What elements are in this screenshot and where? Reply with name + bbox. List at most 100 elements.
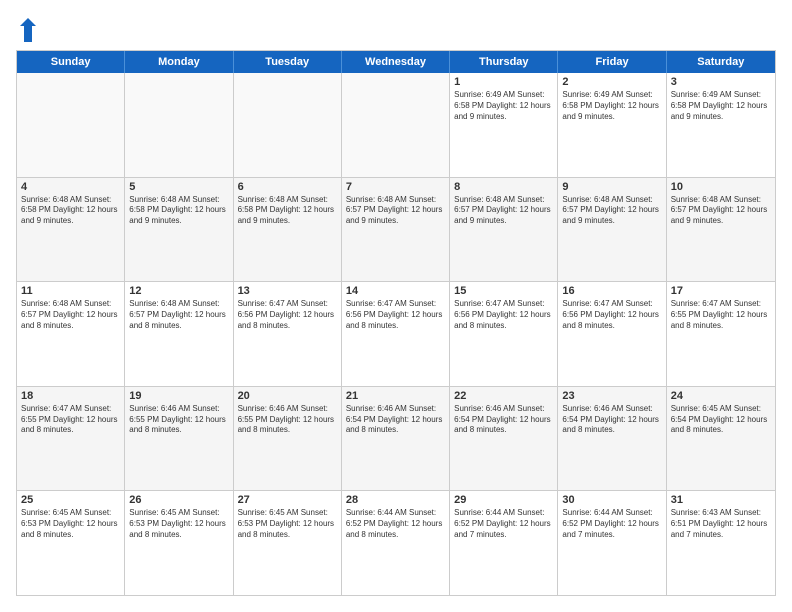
empty-cell <box>342 73 450 177</box>
day-number: 28 <box>346 494 445 506</box>
day-cell-3: 3 Sunrise: 6:49 AM Sunset: 6:58 PM Daylig… <box>667 73 775 177</box>
day-cell-28: 28Sunrise: 6:44 AM Sunset: 6:52 PM Dayli… <box>342 491 450 595</box>
day-number: 27 <box>238 494 337 506</box>
cell-info: Sunrise: 6:49 AM Sunset: 6:58 PM Dayligh… <box>671 90 771 122</box>
day-cell-15: 15 Sunrise: 6:47 AM Sunset: 6:56 PM Dayli… <box>450 282 558 386</box>
header-day-wednesday: Wednesday <box>342 51 450 73</box>
cell-info: Sunrise: 6:45 AM Sunset: 6:54 PM Dayligh… <box>671 404 771 436</box>
day-number: 24 <box>671 390 771 402</box>
day-cell-5: 5Sunrise: 6:48 AM Sunset: 6:58 PM Daylig… <box>125 178 233 282</box>
cell-info: Sunrise: 6:48 AM Sunset: 6:58 PM Dayligh… <box>21 195 120 227</box>
day-number: 4 <box>21 181 120 193</box>
day-cell-11: 11 Sunrise: 6:48 AM Sunset: 6:57 PM Dayli… <box>17 282 125 386</box>
day-cell-6: 6Sunrise: 6:48 AM Sunset: 6:58 PM Daylig… <box>234 178 342 282</box>
day-cell-29: 29 Sunrise: 6:44 AM Sunset: 6:52 PM Dayli… <box>450 491 558 595</box>
day-number: 19 <box>129 390 228 402</box>
cell-info: Sunrise: 6:48 AM Sunset: 6:57 PM Dayligh… <box>562 195 661 227</box>
cell-info: Sunrise: 6:46 AM Sunset: 6:55 PM Dayligh… <box>129 404 228 436</box>
calendar-header-row: SundayMondayTuesdayWednesdayThursdayFrid… <box>17 51 775 73</box>
cell-info: Sunrise: 6:47 AM Sunset: 6:56 PM Dayligh… <box>346 299 445 331</box>
calendar: SundayMondayTuesdayWednesdayThursdayFrid… <box>16 50 776 596</box>
cell-info: Sunrise: 6:48 AM Sunset: 6:57 PM Dayligh… <box>454 195 553 227</box>
day-number: 3 <box>671 76 771 88</box>
empty-cell <box>234 73 342 177</box>
day-number: 6 <box>238 181 337 193</box>
day-number: 15 <box>454 285 553 297</box>
day-number: 10 <box>671 181 771 193</box>
day-cell-23: 23 Sunrise: 6:46 AM Sunset: 6:54 PM Dayli… <box>558 387 666 491</box>
cell-info: Sunrise: 6:48 AM Sunset: 6:57 PM Dayligh… <box>346 195 445 227</box>
day-number: 29 <box>454 494 553 506</box>
day-number: 9 <box>562 181 661 193</box>
day-number: 13 <box>238 285 337 297</box>
cell-info: Sunrise: 6:48 AM Sunset: 6:58 PM Dayligh… <box>129 195 228 227</box>
cell-info: Sunrise: 6:47 AM Sunset: 6:55 PM Dayligh… <box>21 404 120 436</box>
header-day-thursday: Thursday <box>450 51 558 73</box>
header-day-tuesday: Tuesday <box>234 51 342 73</box>
day-cell-25: 25 Sunrise: 6:45 AM Sunset: 6:53 PM Dayli… <box>17 491 125 595</box>
day-number: 25 <box>21 494 120 506</box>
cell-info: Sunrise: 6:49 AM Sunset: 6:58 PM Dayligh… <box>454 90 553 122</box>
calendar-body: 1 Sunrise: 6:49 AM Sunset: 6:58 PM Daylig… <box>17 73 775 595</box>
day-number: 23 <box>562 390 661 402</box>
cell-info: Sunrise: 6:47 AM Sunset: 6:56 PM Dayligh… <box>454 299 553 331</box>
cell-info: Sunrise: 6:47 AM Sunset: 6:56 PM Dayligh… <box>238 299 337 331</box>
cell-info: Sunrise: 6:45 AM Sunset: 6:53 PM Dayligh… <box>238 508 337 540</box>
header-day-friday: Friday <box>558 51 666 73</box>
calendar-week-1: 1 Sunrise: 6:49 AM Sunset: 6:58 PM Daylig… <box>17 73 775 178</box>
day-number: 31 <box>671 494 771 506</box>
cell-info: Sunrise: 6:45 AM Sunset: 6:53 PM Dayligh… <box>21 508 120 540</box>
cell-info: Sunrise: 6:43 AM Sunset: 6:51 PM Dayligh… <box>671 508 771 540</box>
day-number: 8 <box>454 181 553 193</box>
cell-info: Sunrise: 6:48 AM Sunset: 6:57 PM Dayligh… <box>21 299 120 331</box>
cell-info: Sunrise: 6:44 AM Sunset: 6:52 PM Dayligh… <box>454 508 553 540</box>
cell-info: Sunrise: 6:47 AM Sunset: 6:55 PM Dayligh… <box>671 299 771 331</box>
day-cell-21: 21Sunrise: 6:46 AM Sunset: 6:54 PM Dayli… <box>342 387 450 491</box>
day-number: 16 <box>562 285 661 297</box>
calendar-week-2: 4 Sunrise: 6:48 AM Sunset: 6:58 PM Daylig… <box>17 178 775 283</box>
day-cell-14: 14 Sunrise: 6:47 AM Sunset: 6:56 PM Dayli… <box>342 282 450 386</box>
day-number: 14 <box>346 285 445 297</box>
day-number: 12 <box>129 285 228 297</box>
day-number: 11 <box>21 285 120 297</box>
day-cell-16: 16 Sunrise: 6:47 AM Sunset: 6:56 PM Dayli… <box>558 282 666 386</box>
day-cell-24: 24 Sunrise: 6:45 AM Sunset: 6:54 PM Dayli… <box>667 387 775 491</box>
day-number: 1 <box>454 76 553 88</box>
day-number: 18 <box>21 390 120 402</box>
day-cell-17: 17 Sunrise: 6:47 AM Sunset: 6:55 PM Dayli… <box>667 282 775 386</box>
day-cell-10: 10 Sunrise: 6:48 AM Sunset: 6:57 PM Dayli… <box>667 178 775 282</box>
day-number: 20 <box>238 390 337 402</box>
day-number: 2 <box>562 76 661 88</box>
cell-info: Sunrise: 6:49 AM Sunset: 6:58 PM Dayligh… <box>562 90 661 122</box>
day-cell-31: 31 Sunrise: 6:43 AM Sunset: 6:51 PM Dayli… <box>667 491 775 595</box>
logo <box>16 16 38 40</box>
day-cell-4: 4 Sunrise: 6:48 AM Sunset: 6:58 PM Daylig… <box>17 178 125 282</box>
day-cell-13: 13 Sunrise: 6:47 AM Sunset: 6:56 PM Dayli… <box>234 282 342 386</box>
calendar-week-4: 18 Sunrise: 6:47 AM Sunset: 6:55 PM Dayli… <box>17 387 775 492</box>
cell-info: Sunrise: 6:47 AM Sunset: 6:56 PM Dayligh… <box>562 299 661 331</box>
cell-info: Sunrise: 6:45 AM Sunset: 6:53 PM Dayligh… <box>129 508 228 540</box>
day-cell-8: 8 Sunrise: 6:48 AM Sunset: 6:57 PM Daylig… <box>450 178 558 282</box>
cell-info: Sunrise: 6:46 AM Sunset: 6:55 PM Dayligh… <box>238 404 337 436</box>
day-cell-30: 30Sunrise: 6:44 AM Sunset: 6:52 PM Dayli… <box>558 491 666 595</box>
header-day-sunday: Sunday <box>17 51 125 73</box>
calendar-week-3: 11 Sunrise: 6:48 AM Sunset: 6:57 PM Dayli… <box>17 282 775 387</box>
day-cell-9: 9 Sunrise: 6:48 AM Sunset: 6:57 PM Daylig… <box>558 178 666 282</box>
day-cell-2: 2 Sunrise: 6:49 AM Sunset: 6:58 PM Daylig… <box>558 73 666 177</box>
day-cell-19: 19 Sunrise: 6:46 AM Sunset: 6:55 PM Dayli… <box>125 387 233 491</box>
day-cell-26: 26 Sunrise: 6:45 AM Sunset: 6:53 PM Dayli… <box>125 491 233 595</box>
cell-info: Sunrise: 6:48 AM Sunset: 6:57 PM Dayligh… <box>671 195 771 227</box>
day-number: 26 <box>129 494 228 506</box>
day-number: 17 <box>671 285 771 297</box>
cell-info: Sunrise: 6:44 AM Sunset: 6:52 PM Dayligh… <box>562 508 661 540</box>
header-day-saturday: Saturday <box>667 51 775 73</box>
cell-info: Sunrise: 6:46 AM Sunset: 6:54 PM Dayligh… <box>562 404 661 436</box>
day-cell-1: 1 Sunrise: 6:49 AM Sunset: 6:58 PM Daylig… <box>450 73 558 177</box>
day-cell-7: 7Sunrise: 6:48 AM Sunset: 6:57 PM Daylig… <box>342 178 450 282</box>
empty-cell <box>125 73 233 177</box>
day-number: 22 <box>454 390 553 402</box>
cell-info: Sunrise: 6:48 AM Sunset: 6:57 PM Dayligh… <box>129 299 228 331</box>
header-day-monday: Monday <box>125 51 233 73</box>
header <box>16 16 776 40</box>
day-cell-20: 20 Sunrise: 6:46 AM Sunset: 6:55 PM Dayli… <box>234 387 342 491</box>
